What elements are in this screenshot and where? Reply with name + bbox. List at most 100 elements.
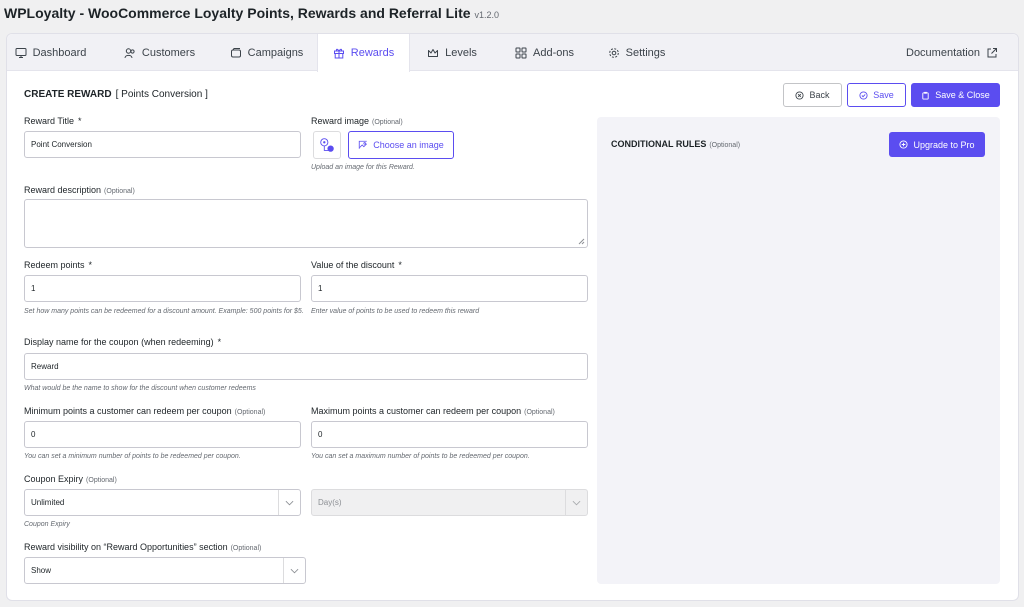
customers-icon [124, 47, 135, 58]
choose-image-button[interactable]: Choose an image [348, 131, 454, 159]
resize-grip-icon[interactable] [578, 238, 585, 245]
tab-settings[interactable]: Settings [589, 34, 684, 71]
max-points-value: 0 [318, 430, 323, 439]
discount-value-value: 1 [318, 284, 323, 293]
coupon-expiry-value: Unlimited [31, 498, 65, 507]
label-text: Reward visibility on “Reward Opportuniti… [24, 542, 228, 552]
discount-value-input[interactable]: 1 [311, 275, 588, 302]
chevron-down-icon [565, 490, 587, 515]
discount-value-hint: Enter value of points to be used to rede… [311, 308, 480, 315]
coupon-expiry-hint: Coupon Expiry [24, 521, 70, 528]
rules-title-text: CONDITIONAL RULES [611, 139, 707, 149]
external-link-icon [987, 47, 997, 57]
image-upload-icon [359, 140, 368, 149]
coupon-expiry-unit-value: Day(s) [318, 498, 342, 507]
min-points-hint: You can set a minimum number of points t… [24, 453, 241, 460]
chevron-down-icon [283, 558, 305, 583]
required-mark: * [78, 116, 82, 126]
reward-title-label: Reward Title * [24, 116, 82, 126]
upgrade-to-pro-button[interactable]: Upgrade to Pro [889, 132, 985, 157]
coupon-display-name-input[interactable]: Reward [24, 353, 588, 380]
label-text: Reward Title [24, 116, 75, 126]
coupon-expiry-label: Coupon Expiry (Optional) [24, 474, 117, 484]
tab-label: Rewards [350, 47, 395, 59]
documentation-link[interactable]: Documentation [906, 34, 998, 71]
label-text: Value of the discount [311, 260, 395, 270]
label-text: Redeem points [24, 260, 85, 270]
chevron-down-icon [278, 490, 300, 515]
label-text: Reward image [311, 116, 370, 126]
discount-value-label: Value of the discount * [311, 260, 402, 270]
dashboard-icon [15, 47, 27, 58]
back-button[interactable]: Back [783, 83, 842, 107]
crown-icon [428, 48, 439, 57]
optional-tag: (Optional) [230, 545, 262, 552]
page-title: CREATE REWARD[ Points Conversion ] [24, 89, 208, 100]
app-title: WPLoyalty - WooCommerce Loyalty Points, … [4, 5, 499, 21]
image-add-icon [320, 138, 334, 152]
reward-description-label: Reward description (Optional) [24, 185, 135, 195]
tab-customers[interactable]: Customers [116, 34, 203, 71]
image-placeholder [313, 131, 341, 159]
visibility-value: Show [31, 566, 52, 575]
page-subheading: [ Points Conversion ] [115, 89, 208, 100]
app-title-text: WPLoyalty - WooCommerce Loyalty Points, … [4, 5, 471, 21]
label-text: Maximum points a customer can redeem per… [311, 406, 522, 416]
visibility-select[interactable]: Show [24, 557, 306, 584]
save-close-button[interactable]: Save & Close [911, 83, 1000, 107]
coupon-display-name-value: Reward [31, 362, 59, 371]
redeem-points-input[interactable]: 1 [24, 275, 301, 302]
required-mark: * [88, 260, 93, 270]
min-points-label: Minimum points a customer can redeem per… [24, 406, 265, 416]
main-card: Dashboard Customers Campaigns Rewards Le… [6, 33, 1019, 601]
label-text: Display name for the coupon (when redeem… [24, 337, 214, 347]
visibility-label: Reward visibility on “Reward Opportuniti… [24, 542, 261, 552]
check-circle-icon [859, 90, 868, 100]
max-points-label: Maximum points a customer can redeem per… [311, 406, 555, 416]
coupon-expiry-select[interactable]: Unlimited [24, 489, 301, 516]
required-mark: * [217, 337, 222, 347]
required-mark: * [398, 260, 402, 270]
optional-tag: (Optional) [709, 142, 741, 149]
tab-label: Dashboard [32, 46, 87, 59]
reward-image-hint: Upload an image for this Reward. [311, 164, 415, 171]
label-text: Reward description [24, 185, 102, 195]
min-points-input[interactable]: 0 [24, 421, 301, 448]
tab-label: Campaigns [247, 46, 304, 59]
reward-title-value: Point Conversion [31, 140, 92, 149]
tab-label: Levels [445, 46, 477, 59]
tab-dashboard[interactable]: Dashboard [7, 34, 94, 71]
label-text: Coupon Expiry [24, 474, 84, 484]
max-points-hint: You can set a maximum number of points t… [311, 453, 530, 460]
documentation-label: Documentation [906, 46, 980, 59]
save-button[interactable]: Save [847, 83, 906, 107]
tab-levels[interactable]: Levels [412, 34, 492, 71]
tab-label: Settings [625, 46, 666, 59]
reward-title-input[interactable]: Point Conversion [24, 131, 301, 158]
gear-icon [608, 47, 619, 58]
optional-tag: (Optional) [524, 409, 555, 416]
tab-label: Add-ons [533, 46, 574, 59]
conditional-rules-panel: CONDITIONAL RULES (Optional) Upgrade to P… [597, 117, 1000, 584]
conditional-rules-title: CONDITIONAL RULES (Optional) [611, 139, 740, 149]
max-points-input[interactable]: 0 [311, 421, 588, 448]
redeem-points-value: 1 [31, 284, 36, 293]
save-label: Save [873, 90, 894, 100]
plus-circle-icon [899, 140, 909, 149]
clipboard-icon [922, 91, 929, 100]
save-close-label: Save & Close [935, 90, 990, 100]
optional-tag: (Optional) [104, 188, 135, 195]
tab-rewards[interactable]: Rewards [317, 34, 410, 72]
choose-image-label: Choose an image [373, 140, 444, 150]
tab-bar: Dashboard Customers Campaigns Rewards Le… [7, 34, 1018, 72]
back-label: Back [809, 90, 830, 100]
coupon-expiry-unit-select: Day(s) [311, 489, 588, 516]
reward-image-label: Reward image (Optional) [311, 116, 403, 126]
tab-addons[interactable]: Add-ons [497, 34, 592, 71]
tab-label: Customers [141, 46, 196, 59]
reward-description-textarea[interactable] [24, 199, 588, 248]
campaigns-icon [230, 47, 241, 57]
tab-campaigns[interactable]: Campaigns [219, 34, 314, 71]
grid-icon [515, 47, 527, 58]
close-circle-icon [795, 90, 805, 100]
